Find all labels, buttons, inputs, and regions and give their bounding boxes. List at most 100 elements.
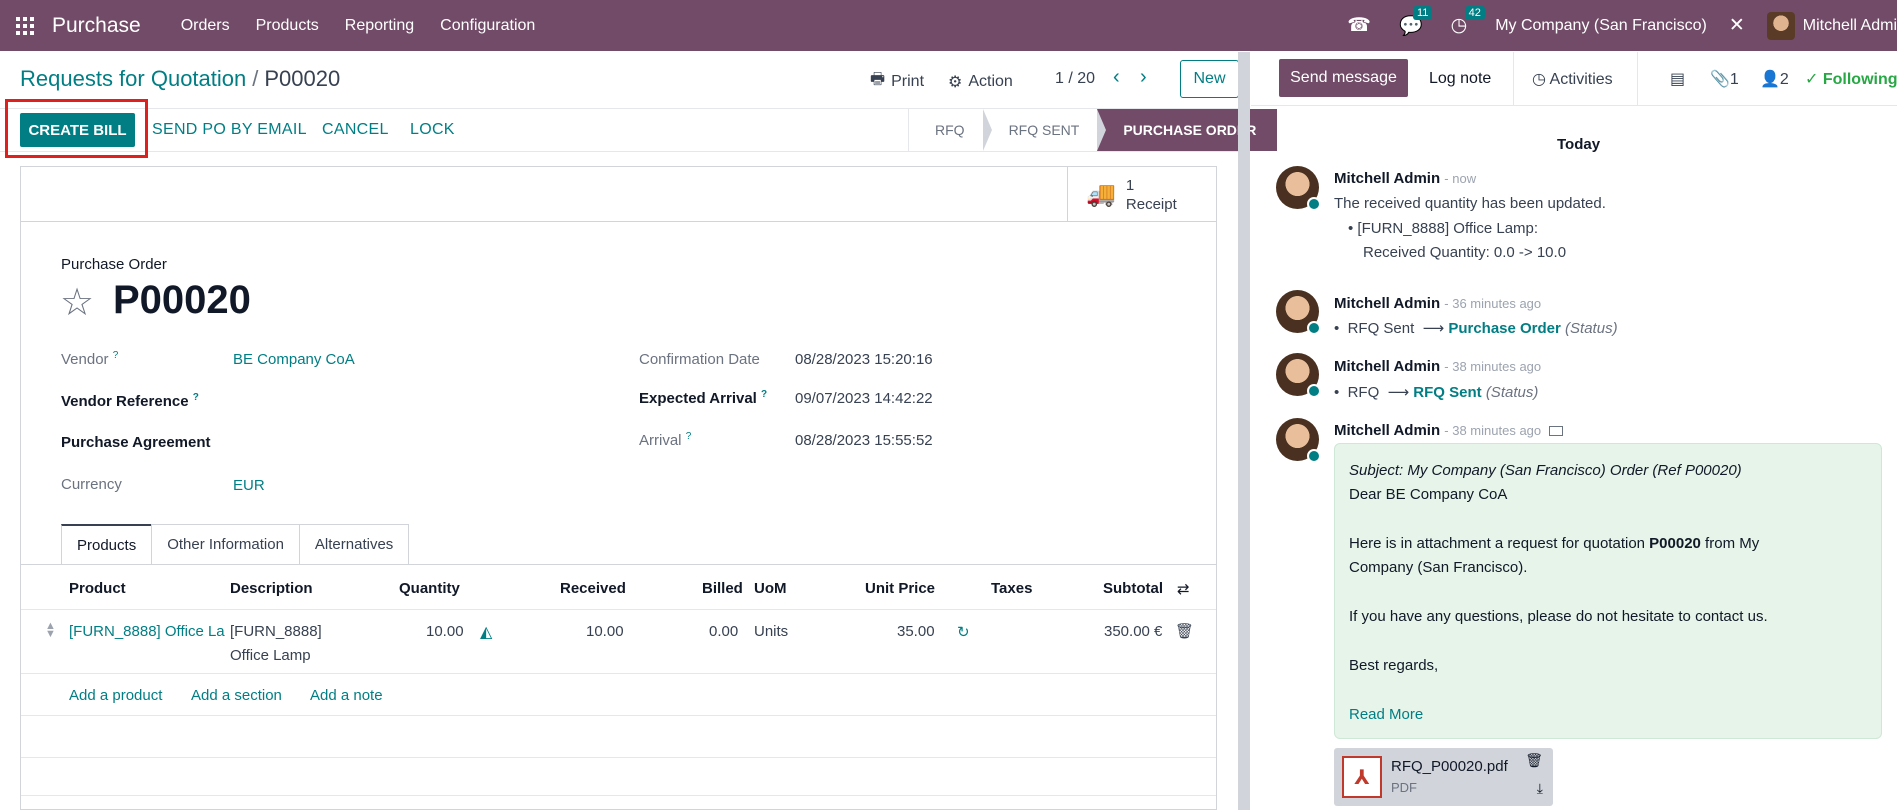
- line-quantity[interactable]: 10.00: [426, 623, 464, 640]
- email-body-line: If you have any questions, please do not…: [1349, 608, 1768, 625]
- message-bullet-detail: Received Quantity: 0.0 -> 10.0: [1363, 244, 1567, 261]
- col-quantity[interactable]: Quantity: [399, 580, 460, 597]
- menu-reporting[interactable]: Reporting: [345, 17, 414, 35]
- attachment-card[interactable]: ⅄ RFQ_P00020.pdf PDF 🗑 ⤓: [1334, 748, 1553, 806]
- check-icon: ✓: [1805, 71, 1823, 88]
- line-product[interactable]: [FURN_8888] Office La: [69, 623, 225, 640]
- pager-previous-icon[interactable]: ‹: [1113, 66, 1120, 89]
- line-unit-price[interactable]: 35.00: [897, 623, 935, 640]
- line-description-2[interactable]: Office Lamp: [230, 647, 311, 664]
- message-author: Mitchell Admin - 38 minutes ago: [1334, 422, 1564, 439]
- col-product[interactable]: Product: [69, 580, 126, 597]
- col-received[interactable]: Received: [560, 580, 626, 597]
- breadcrumb-parent[interactable]: Requests for Quotation: [20, 66, 246, 91]
- email-signoff: Best regards,: [1349, 657, 1439, 674]
- receipt-smart-button[interactable]: 🚚 1 Receipt: [1067, 167, 1216, 222]
- user-menu[interactable]: Mitchell Admi: [1803, 17, 1897, 35]
- send-message-button[interactable]: Send message: [1279, 59, 1408, 97]
- form-scrollbar[interactable]: [1238, 52, 1250, 810]
- phone-icon[interactable]: ☎: [1347, 14, 1371, 37]
- attachments-button[interactable]: 📎1: [1710, 69, 1739, 89]
- star-icon[interactable]: ☆: [60, 280, 94, 325]
- col-subtotal[interactable]: Subtotal: [1103, 580, 1163, 597]
- add-section-link[interactable]: Add a section: [191, 687, 282, 704]
- tab-other-information[interactable]: Other Information: [151, 524, 300, 564]
- print-button[interactable]: Print: [891, 73, 924, 91]
- trash-icon[interactable]: 🗑: [1175, 622, 1194, 640]
- tab-products[interactable]: Products: [61, 524, 153, 564]
- company-switcher[interactable]: My Company (San Francisco): [1495, 17, 1707, 35]
- trash-icon[interactable]: 🗑: [1525, 752, 1543, 769]
- confirmation-date-field[interactable]: 08/28/2023 15:20:16: [795, 351, 933, 368]
- activities-button[interactable]: ◷ Activities: [1532, 69, 1613, 89]
- gear-icon: ⚙: [948, 73, 963, 91]
- envelope-icon: [1549, 426, 1564, 437]
- send-po-email-button[interactable]: SEND PO BY EMAIL: [152, 121, 307, 139]
- confirmation-date-label: Confirmation Date: [639, 351, 760, 368]
- row-divider: [21, 715, 1216, 716]
- log-note-button[interactable]: Log note: [1429, 70, 1491, 88]
- book-icon[interactable]: ▤: [1670, 69, 1685, 89]
- avatar[interactable]: [1276, 166, 1321, 211]
- reset-price-icon[interactable]: ↻: [957, 623, 970, 641]
- purchase-agreement-label: Purchase Agreement: [61, 434, 211, 451]
- top-navbar: Purchase Orders Products Reporting Confi…: [0, 0, 1897, 51]
- line-description-1[interactable]: [FURN_8888]: [230, 623, 322, 640]
- paperclip-icon: 📎: [1710, 71, 1730, 88]
- read-more-link[interactable]: Read More: [1349, 706, 1423, 723]
- messages-icon[interactable]: 💬 11: [1399, 5, 1433, 38]
- menu-orders[interactable]: Orders: [181, 17, 230, 35]
- menu-products[interactable]: Products: [256, 17, 319, 35]
- arrow-right-icon: ⟶: [1422, 320, 1445, 337]
- vendor-field[interactable]: BE Company CoA: [233, 351, 355, 368]
- following-button[interactable]: ✓ Following: [1805, 69, 1897, 89]
- tracking-value: • RFQ Sent ⟶ Purchase Order (Status): [1334, 320, 1618, 337]
- stage-purchase-order[interactable]: PURCHASE ORDER: [1097, 109, 1278, 151]
- optional-columns-icon[interactable]: ⇄: [1177, 580, 1190, 598]
- email-subject: Subject: My Company (San Francisco) Orde…: [1349, 462, 1742, 479]
- cancel-button[interactable]: CANCEL: [322, 121, 389, 139]
- pager-next-icon[interactable]: ›: [1140, 66, 1147, 89]
- col-taxes[interactable]: Taxes: [991, 580, 1032, 597]
- user-avatar[interactable]: [1766, 11, 1795, 40]
- currency-field[interactable]: EUR: [233, 477, 265, 494]
- stage-rfq-sent[interactable]: RFQ SENT: [982, 109, 1107, 151]
- stage-rfq-sent-label: RFQ SENT: [1008, 122, 1080, 138]
- stage-rfq[interactable]: RFQ: [908, 109, 992, 151]
- row-divider: [21, 673, 1216, 674]
- tools-icon[interactable]: ✕: [1729, 14, 1745, 37]
- col-unit-price[interactable]: Unit Price: [865, 580, 935, 597]
- download-icon[interactable]: ⤓: [1537, 780, 1543, 797]
- add-product-link[interactable]: Add a product: [69, 687, 162, 704]
- drag-handle-icon[interactable]: ▲ ▼: [45, 621, 56, 640]
- avatar[interactable]: [1276, 290, 1321, 335]
- forecast-chart-icon[interactable]: ◭: [480, 622, 492, 642]
- message-body: The received quantity has been updated.: [1334, 195, 1606, 212]
- add-note-link[interactable]: Add a note: [310, 687, 383, 704]
- followers-button[interactable]: 👤2: [1760, 69, 1789, 89]
- control-panel-actions: 🖶 Print ⚙ Action: [870, 68, 1013, 95]
- arrival-field[interactable]: 08/28/2023 15:55:52: [795, 432, 933, 449]
- tab-alternatives[interactable]: Alternatives: [298, 524, 410, 564]
- app-name[interactable]: Purchase: [52, 14, 141, 38]
- menu-configuration[interactable]: Configuration: [440, 17, 535, 35]
- col-billed[interactable]: Billed: [702, 580, 743, 597]
- avatar[interactable]: [1276, 418, 1321, 463]
- user-icon: 👤: [1760, 71, 1780, 88]
- expected-arrival-label: Expected Arrival ?: [639, 389, 768, 407]
- chatter-divider: [1513, 52, 1514, 106]
- lock-button[interactable]: LOCK: [410, 121, 455, 139]
- new-button[interactable]: New: [1180, 60, 1239, 98]
- pager-value[interactable]: 1 / 20: [1055, 70, 1095, 88]
- activities-clock-icon[interactable]: ◷ 42: [1451, 6, 1485, 37]
- expected-arrival-field[interactable]: 09/07/2023 14:42:22: [795, 390, 933, 407]
- line-uom[interactable]: Units: [754, 623, 788, 640]
- avatar[interactable]: [1276, 353, 1321, 398]
- email-body-line: Here is in attachment a request for quot…: [1349, 535, 1760, 552]
- col-uom[interactable]: UoM: [754, 580, 787, 597]
- apps-menu-icon[interactable]: [16, 16, 34, 35]
- col-description[interactable]: Description: [230, 580, 313, 597]
- line-received[interactable]: 10.00: [586, 623, 624, 640]
- action-button[interactable]: Action: [968, 73, 1012, 91]
- breadcrumb-separator: /: [252, 66, 259, 91]
